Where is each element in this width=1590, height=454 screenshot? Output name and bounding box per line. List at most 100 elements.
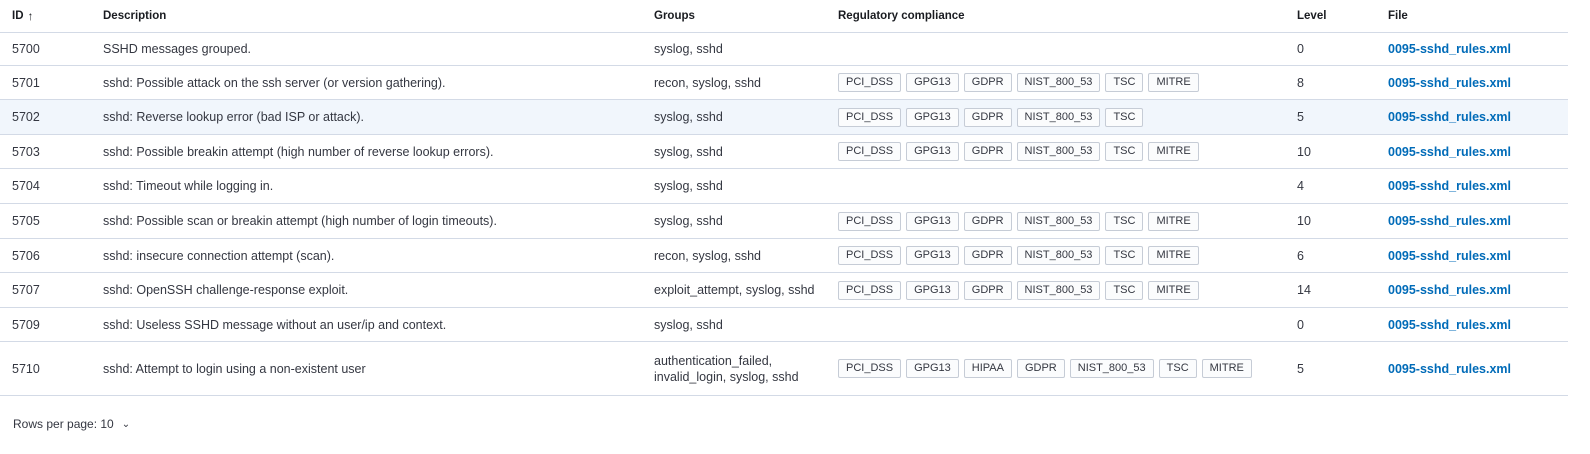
table-row[interactable]: 5701 sshd: Possible attack on the ssh ser… <box>0 66 1568 100</box>
column-header-file[interactable]: File <box>1388 0 1408 32</box>
rule-level: 0 <box>1297 317 1304 332</box>
rule-level: 10 <box>1297 144 1311 159</box>
compliance-badge[interactable]: NIST_800_53 <box>1016 211 1101 231</box>
compliance-badge[interactable]: PCI_DSS <box>838 280 902 300</box>
compliance-badge[interactable]: NIST_800_53 <box>1016 280 1101 300</box>
column-header-id-label: ID <box>12 10 24 22</box>
rule-file-link[interactable]: 0095-sshd_rules.xml <box>1388 283 1511 297</box>
table-row[interactable]: 5709 sshd: Useless SSHD message without a… <box>0 308 1568 342</box>
rule-compliance: PCI_DSS GPG13 GDPR NIST_800_53 TSC MITRE <box>838 204 1199 238</box>
compliance-badge[interactable]: NIST_800_53 <box>1016 246 1101 265</box>
compliance-badge[interactable]: MITRE <box>1201 359 1252 378</box>
rule-file-cell: 0095-sshd_rules.xml <box>1388 33 1511 65</box>
table-row[interactable]: 5704 sshd: Timeout while logging in. syslo… <box>0 169 1568 204</box>
compliance-badge[interactable]: NIST_800_53 <box>1016 73 1101 92</box>
compliance-badge[interactable]: PCI_DSS <box>838 142 902 161</box>
compliance-badge[interactable]: GPG13 <box>906 211 959 231</box>
compliance-badge[interactable]: GPG13 <box>906 73 959 92</box>
rule-groups: syslog, sshd <box>654 110 723 124</box>
rule-id: 5709 <box>12 317 40 332</box>
compliance-badge[interactable]: GDPR <box>963 280 1012 300</box>
rule-description: sshd: Timeout while logging in. <box>103 179 274 193</box>
compliance-badge[interactable]: GDPR <box>963 142 1012 161</box>
rule-file-link[interactable]: 0095-sshd_rules.xml <box>1388 145 1511 159</box>
compliance-badge[interactable]: PCI_DSS <box>838 246 902 265</box>
compliance-badge[interactable]: GDPR <box>963 211 1012 231</box>
rule-file-link[interactable]: 0095-sshd_rules.xml <box>1388 214 1511 228</box>
compliance-badge[interactable]: NIST_800_53 <box>1016 107 1101 127</box>
table-row[interactable]: 5706 sshd: insecure connection attempt (s… <box>0 239 1568 273</box>
rule-description: sshd: Attempt to login using a non-exist… <box>103 361 366 376</box>
compliance-badge[interactable]: TSC <box>1105 246 1144 265</box>
rule-file-link[interactable]: 0095-sshd_rules.xml <box>1388 76 1511 90</box>
compliance-badge[interactable]: MITRE <box>1148 142 1199 161</box>
rule-description: sshd: Possible scan or breakin attempt (… <box>103 214 497 228</box>
table-header: ID ↑ Description Groups Regulatory compl… <box>0 0 1568 33</box>
rule-groups: syslog, sshd <box>654 42 723 56</box>
rule-groups: syslog, sshd <box>654 144 723 159</box>
compliance-badge[interactable]: PCI_DSS <box>838 359 902 378</box>
compliance-badge[interactable]: MITRE <box>1148 280 1199 300</box>
compliance-badge[interactable]: TSC <box>1105 73 1144 92</box>
compliance-badge[interactable]: GPG13 <box>906 142 959 161</box>
rule-file-link[interactable]: 0095-sshd_rules.xml <box>1388 318 1511 332</box>
rule-file-link[interactable]: 0095-sshd_rules.xml <box>1388 179 1511 193</box>
rule-groups: exploit_attempt, syslog, sshd <box>654 283 815 297</box>
compliance-badge[interactable]: GDPR <box>963 73 1012 92</box>
rule-id: 5707 <box>12 283 40 297</box>
rule-description: sshd: Possible breakin attempt (high num… <box>103 144 494 159</box>
compliance-badge[interactable]: NIST_800_53 <box>1069 359 1154 378</box>
column-header-groups[interactable]: Groups <box>654 0 834 32</box>
rule-level: 5 <box>1297 361 1304 376</box>
compliance-badge[interactable]: PCI_DSS <box>838 211 902 231</box>
compliance-badge[interactable]: NIST_800_53 <box>1016 142 1101 161</box>
table-row[interactable]: 5705 sshd: Possible scan or breakin attem… <box>0 204 1568 239</box>
chevron-down-icon: ⌄ <box>121 418 131 430</box>
rule-level: 8 <box>1297 75 1304 90</box>
table-row[interactable]: 5707 sshd: OpenSSH challenge-response exp… <box>0 273 1568 308</box>
rule-description: sshd: Reverse lookup error (bad ISP or a… <box>103 110 364 124</box>
compliance-badge[interactable]: GPG13 <box>906 359 959 378</box>
column-header-id[interactable]: ID ↑ <box>12 0 34 32</box>
compliance-badge[interactable]: GPG13 <box>906 107 959 127</box>
rule-groups: recon, syslog, sshd <box>654 75 761 90</box>
compliance-badge[interactable]: TSC <box>1105 107 1144 127</box>
compliance-badge[interactable]: TSC <box>1105 211 1144 231</box>
compliance-badge[interactable]: MITRE <box>1148 246 1199 265</box>
rule-file-link[interactable]: 0095-sshd_rules.xml <box>1388 249 1511 263</box>
compliance-badge[interactable]: GDPR <box>1016 359 1065 378</box>
compliance-badge[interactable]: TSC <box>1105 280 1144 300</box>
compliance-badge[interactable]: MITRE <box>1148 211 1199 231</box>
compliance-badge[interactable]: MITRE <box>1148 73 1199 92</box>
compliance-badge[interactable]: GPG13 <box>906 280 959 300</box>
rule-description: SSHD messages grouped. <box>103 42 251 56</box>
rule-file-link[interactable]: 0095-sshd_rules.xml <box>1388 362 1511 376</box>
table-row[interactable]: 5702 sshd: Reverse lookup error (bad ISP … <box>0 100 1568 135</box>
rule-compliance: PCI_DSS GPG13 GDPR NIST_800_53 TSC <box>838 100 1144 134</box>
compliance-badge[interactable]: TSC <box>1105 142 1144 161</box>
table-row[interactable]: 5703 sshd: Possible breakin attempt (high… <box>0 135 1568 169</box>
compliance-badge[interactable]: TSC <box>1158 359 1197 378</box>
rule-id: 5703 <box>12 144 40 159</box>
compliance-badge[interactable]: GPG13 <box>906 246 959 265</box>
compliance-badge[interactable]: HIPAA <box>963 359 1012 378</box>
compliance-badge[interactable]: GDPR <box>963 246 1012 265</box>
table-row[interactable]: 5700 SSHD messages grouped. syslog, sshd 0 0… <box>0 33 1568 66</box>
table-row[interactable]: 5710 sshd: Attempt to login using a non-e… <box>0 342 1568 396</box>
rule-level: 10 <box>1297 214 1311 228</box>
compliance-badge[interactable]: GDPR <box>963 107 1012 127</box>
compliance-badge[interactable]: PCI_DSS <box>838 73 902 92</box>
rule-file-link[interactable]: 0095-sshd_rules.xml <box>1388 110 1511 124</box>
rule-description: sshd: OpenSSH challenge-response exploit… <box>103 283 349 297</box>
arrow-up-icon: ↑ <box>27 9 34 23</box>
rule-id: 5700 <box>12 42 40 56</box>
rows-per-page-selector[interactable]: Rows per page: 10 ⌄ <box>13 417 130 431</box>
column-header-level[interactable]: Level <box>1297 0 1326 32</box>
rule-compliance: PCI_DSS GPG13 GDPR NIST_800_53 TSC MITRE <box>838 239 1199 272</box>
compliance-badge[interactable]: PCI_DSS <box>838 107 902 127</box>
rule-file-link[interactable]: 0095-sshd_rules.xml <box>1388 42 1511 56</box>
rule-description: sshd: Possible attack on the ssh server … <box>103 75 446 90</box>
column-header-compliance: Regulatory compliance <box>838 10 965 22</box>
rule-compliance: PCI_DSS GPG13 HIPAA GDPR NIST_800_53 TSC MITRE <box>838 342 1252 395</box>
column-header-description[interactable]: Description <box>103 0 166 32</box>
